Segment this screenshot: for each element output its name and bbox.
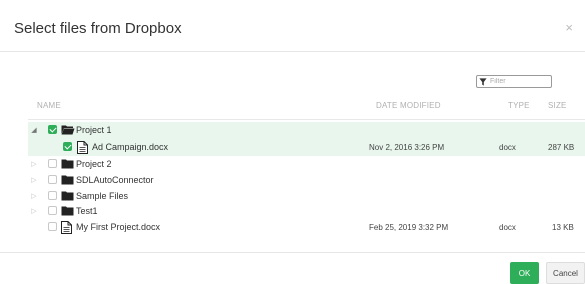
row-label: My First Project.docx [76, 222, 161, 232]
folder-icon [61, 159, 74, 169]
ok-button[interactable]: OK [510, 262, 539, 284]
column-header-type[interactable]: TYPE [508, 101, 530, 110]
row-type: docx [499, 223, 516, 232]
header-divider [28, 119, 585, 120]
row-label: Sample Files [76, 191, 129, 201]
filter-icon [479, 77, 487, 86]
checkbox-sample-files[interactable] [48, 191, 57, 200]
checkbox-project-2[interactable] [48, 159, 57, 168]
row-size: 13 KB [552, 223, 574, 232]
row-label: Project 1 [76, 125, 112, 135]
folder-icon [61, 206, 74, 216]
checkbox-ad-campaign[interactable] [63, 142, 72, 151]
row-date: Feb 25, 2019 3:32 PM [369, 223, 449, 232]
row-date: Nov 2, 2016 3:26 PM [369, 143, 445, 152]
checkbox-project-1[interactable] [48, 125, 57, 134]
row-label: SDLAutoConnector [76, 175, 154, 185]
filter-box[interactable] [476, 75, 552, 88]
tree-row-sdlautoconnector[interactable]: ▷ SDLAutoConnector [28, 172, 585, 189]
document-icon [77, 141, 88, 154]
dialog-title: Select files from Dropbox [14, 20, 182, 37]
expand-arrow-icon[interactable]: ▷ [30, 207, 38, 215]
folder-icon [61, 175, 74, 185]
row-label: Ad Campaign.docx [92, 142, 169, 152]
collapse-arrow-icon[interactable]: ◢ [30, 126, 38, 134]
row-type: docx [499, 143, 516, 152]
folder-icon [61, 191, 74, 201]
cancel-button[interactable]: Cancel [546, 262, 585, 284]
column-header-name[interactable]: NAME [37, 101, 61, 110]
dropbox-file-dialog: Select files from Dropbox × NAME DATE MO… [0, 0, 585, 284]
expand-arrow-icon[interactable]: ▷ [30, 160, 38, 168]
close-icon[interactable]: × [565, 20, 573, 35]
tree-row-project-2[interactable]: ▷ Project 2 [28, 156, 585, 173]
dialog-header: Select files from Dropbox × [0, 0, 585, 52]
dialog-footer [0, 252, 585, 284]
tree-row-ad-campaign[interactable]: Ad Campaign.docx Nov 2, 2016 3:26 PM doc… [28, 139, 585, 156]
tree-row-project-1[interactable]: ◢ Project 1 [28, 122, 585, 139]
expand-arrow-icon[interactable]: ▷ [30, 176, 38, 184]
folder-open-icon [61, 125, 75, 135]
filter-input[interactable] [487, 76, 550, 87]
checkbox-test1[interactable] [48, 206, 57, 215]
row-size: 287 KB [548, 143, 575, 152]
tree-row-my-first-project[interactable]: My First Project.docx Feb 25, 2019 3:32 … [28, 219, 585, 236]
row-label: Test1 [76, 206, 98, 216]
expand-arrow-icon[interactable]: ▷ [30, 192, 38, 200]
row-label: Project 2 [76, 159, 112, 169]
checkbox-my-first-project[interactable] [48, 222, 57, 231]
document-icon [61, 221, 72, 234]
column-header-size[interactable]: SIZE [548, 101, 567, 110]
tree-row-test1[interactable]: ▷ Test1 [28, 203, 585, 220]
checkbox-sdlautoconnector[interactable] [48, 175, 57, 184]
column-header-date-modified[interactable]: DATE MODIFIED [376, 101, 441, 110]
